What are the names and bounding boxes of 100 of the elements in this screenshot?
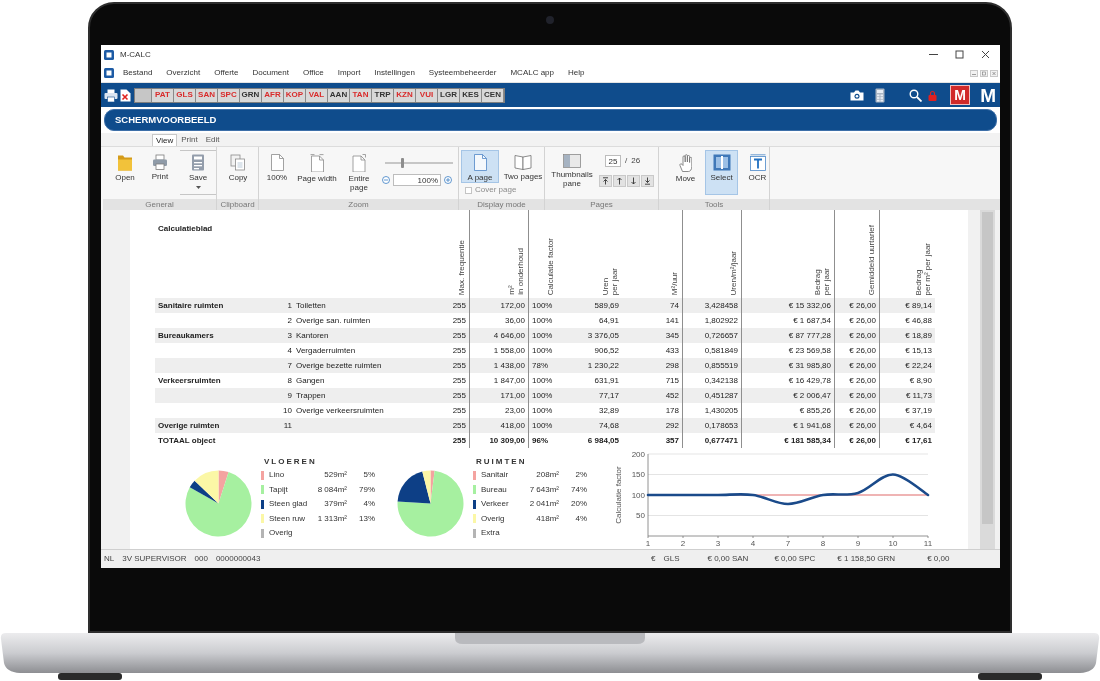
table-cell: 255 <box>440 433 470 448</box>
table-cell-text: € 8,90 <box>908 374 933 387</box>
legend-label: Sanitair <box>481 471 509 480</box>
axis-tick-label: 8 <box>820 539 826 548</box>
status-text: € 0,00 SPC <box>774 555 816 563</box>
axis-tick-label: 50 <box>636 511 645 521</box>
table-cell-text: € 22,24 <box>904 359 933 372</box>
ribbon-group-label: Zoom <box>348 200 369 209</box>
table-cell-text: Gangen <box>295 374 326 387</box>
table-cell-text: Vergaderruimten <box>295 344 357 357</box>
legend-value: 5% <box>363 471 375 480</box>
legend-value: 79% <box>359 485 375 494</box>
column-header: m² in onderhoud <box>507 248 525 295</box>
ribbon-group-label: Clipboard <box>220 200 255 209</box>
table-cell-text: Verkeersruimten <box>157 374 222 387</box>
table-cell-text: 6 984,05 <box>586 434 620 447</box>
table-cell-text: 100% <box>531 314 554 327</box>
status-text: € 0,00 <box>927 555 950 563</box>
legend-label: Overig <box>269 529 293 538</box>
table-cell-text: 96% <box>531 434 549 447</box>
axis-tick-label: 1 <box>645 539 651 548</box>
banner-title: SCHERMVOORBEELD <box>115 115 217 125</box>
table-cell-text: 1 <box>286 299 292 312</box>
legend-value: 4% <box>575 514 587 523</box>
table-cell-text: 100% <box>531 329 554 342</box>
legend-value: 418m² <box>536 514 559 523</box>
legend-value: 4% <box>363 500 375 509</box>
table-cell-text: Bureaukamers <box>157 329 215 342</box>
status-text: € <box>651 555 656 563</box>
axis-tick-label: 150 <box>631 470 645 480</box>
status-text: € 1 158,50 GRN <box>837 555 896 563</box>
table-cell-text: 100% <box>531 344 554 357</box>
table-cell-text: 7 <box>286 359 292 372</box>
legend-label: Overig <box>481 514 505 523</box>
legend-value: 20% <box>571 500 587 509</box>
table-cell-text: 10 <box>282 404 292 417</box>
table-cell-text: 631,91 <box>593 374 620 387</box>
table-cell-text: 4 <box>286 344 292 357</box>
legend-value: 7 643m² <box>529 485 559 494</box>
legend-value: 2% <box>575 471 587 480</box>
table-cell-text: € 11,73 <box>904 389 933 402</box>
legend-value: 529m² <box>324 471 347 480</box>
legend-title: VLOEREN <box>264 458 317 466</box>
legend-label: Lino <box>269 471 285 480</box>
axis-tick-label: 9 <box>855 539 861 548</box>
table-cell-text: Sanitaire ruimten <box>157 299 225 312</box>
table-cell-text: Toiletten <box>295 299 327 312</box>
axis-tick-label: 7 <box>785 539 791 548</box>
table-cell: 357 <box>622 433 683 448</box>
axis-title: Calculatie factor <box>614 466 623 524</box>
table-cell-text: 100% <box>531 299 554 312</box>
legend-label: Steen ruw <box>269 514 306 523</box>
table-cell-text: 74,68 <box>597 419 620 432</box>
column-header: Bedrag per m² per jaar <box>914 242 932 295</box>
legend-value: 208m² <box>536 471 559 480</box>
table-cell-text: TOTAAL object <box>157 434 217 447</box>
legend-value: 13% <box>359 514 375 523</box>
legend-value: 2 041m² <box>529 500 559 509</box>
table-cell-text: 64,91 <box>597 314 620 327</box>
table-cell-text: 11 <box>282 419 292 432</box>
legend-label: Bureau <box>481 485 507 494</box>
table-cell-text: 9 <box>286 389 292 402</box>
table-cell: 10 309,00 <box>470 433 529 448</box>
table-cell-text: 100% <box>531 389 554 402</box>
table-cell-text: 100% <box>531 419 554 432</box>
status-text: GLS <box>663 555 680 563</box>
table-cell-text: Overige san. ruimten <box>295 314 372 327</box>
status-text: 000 <box>194 555 208 563</box>
table-cell-text: 2 <box>286 314 292 327</box>
table-cell-text: 32,89 <box>597 404 620 417</box>
status-text: 3V SUPERVISOR <box>122 555 187 563</box>
legend-label: Extra <box>481 529 500 538</box>
column-header: Max. frequentie <box>457 239 466 295</box>
table-cell-text: € 89,14 <box>904 299 933 312</box>
table-cell-text: 1 230,22 <box>586 359 620 372</box>
column-header: Calculatie factor <box>546 237 555 295</box>
table-cell-text: 906,52 <box>593 344 620 357</box>
column-header: Uren/m²/jaar <box>729 250 738 295</box>
ribbon-group-label: Tools <box>704 200 724 209</box>
table-cell-text: 100% <box>531 404 554 417</box>
table-cell-text: € 46,88 <box>904 314 933 327</box>
axis-tick-label: 200 <box>631 449 645 459</box>
legend-value: 379m² <box>324 500 347 509</box>
table-cell-text: Trappen <box>295 389 327 402</box>
axis-tick-label: 2 <box>680 539 686 548</box>
column-header: Gemiddeld uurtarief <box>867 224 876 295</box>
axis-tick-label: 3 <box>715 539 721 548</box>
status-text: NL <box>104 555 115 563</box>
status-text: € 0,00 SAN <box>707 555 749 563</box>
legend-value: 8 084m² <box>317 485 347 494</box>
table-cell-text: Overige verkeersruimten <box>295 404 385 417</box>
table-cell: € 26,00 <box>835 433 880 448</box>
table-cell-text: Overige ruimten <box>157 419 221 432</box>
window-title: M-CALC <box>120 50 151 59</box>
page-count: 26 <box>631 157 641 165</box>
table-cell: 0,677471 <box>683 433 742 448</box>
table-cell-text: 3 <box>286 329 292 342</box>
table-cell-text: € 17,61 <box>904 434 933 447</box>
table-cell-text: Kantoren <box>295 329 330 342</box>
table-cell-text: 77,17 <box>597 389 620 402</box>
